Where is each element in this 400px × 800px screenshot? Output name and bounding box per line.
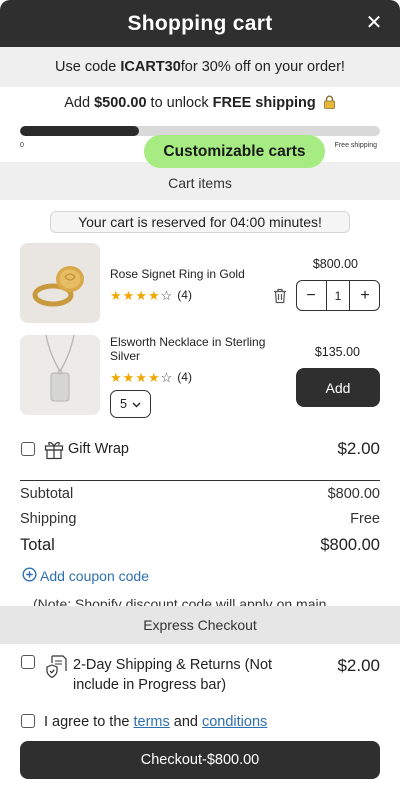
add-coupon-link[interactable]: Add coupon code [22, 567, 149, 585]
stepper-divider [326, 280, 328, 311]
gift-icon [43, 438, 65, 465]
add-to-cart-button[interactable]: Add [296, 368, 380, 407]
chevron-down-icon [132, 397, 141, 411]
promo-prefix: Use code [55, 59, 117, 75]
item-price: $135.00 [314, 345, 360, 359]
stepper-divider [348, 280, 350, 311]
total-label: Total [20, 536, 55, 554]
shipping-value: Free [350, 511, 380, 527]
review-count: (4) [177, 370, 192, 384]
decrease-quantity-button[interactable]: − [303, 287, 319, 305]
quantity-stepper[interactable]: − 1 + [296, 280, 380, 311]
lock-icon [323, 95, 336, 113]
quantity-value[interactable]: 1 [335, 289, 342, 303]
close-icon[interactable]: ✕ [364, 12, 384, 34]
summary-divider [20, 480, 380, 481]
reservation-timer: Your cart is reserved for 04:00 minutes! [50, 211, 350, 233]
terms-and: and [169, 714, 202, 730]
gift-wrap-label: Gift Wrap [68, 441, 129, 457]
star-icon: ★ [147, 287, 160, 303]
terms-link[interactable]: terms [133, 714, 169, 730]
shipping-protection-price: $2.00 [337, 656, 380, 675]
shipping-goal-message: Add $500.00 to unlock FREE shipping [0, 95, 400, 113]
star-icon: ★ [147, 369, 160, 385]
promo-banner: Use code ICART30 for 30% off on your ord… [0, 47, 400, 87]
discount-note: (Note: Shopify discount code will apply … [0, 596, 400, 606]
star-icon: ★ [122, 287, 135, 303]
terms-prefix: I agree to the [44, 714, 134, 730]
shipping-protection-icon [45, 654, 69, 685]
star-icon: ★ [135, 369, 147, 385]
shipping-protection-label: 2-Day Shipping & Returns (Not include in… [73, 657, 273, 693]
ring-product-image[interactable] [20, 243, 100, 323]
goal-prefix: Add [64, 95, 95, 111]
add-coupon-label: Add coupon code [40, 568, 149, 584]
total-value: $800.00 [320, 536, 380, 554]
item-name[interactable]: Elsworth Necklace in Sterling Silver [110, 335, 280, 363]
cart-header: Shopping cart ✕ [0, 0, 400, 47]
item-rating: ★ ★ ★ ★ ☆ (4) [110, 370, 192, 384]
subtotal-value: $800.00 [327, 486, 380, 502]
goal-highlight: FREE shipping [212, 95, 316, 111]
progress-max-label: Free shipping [334, 142, 377, 149]
plus-circle-icon [22, 567, 37, 585]
subtotal-label: Subtotal [20, 486, 74, 502]
gift-wrap-price: $2.00 [337, 439, 380, 458]
promo-code: ICART30 [120, 59, 181, 75]
cart-items-label: Cart items [168, 175, 232, 191]
review-count: (4) [177, 288, 192, 302]
item-rating: ★ ★ ★ ★ ☆ (4) [110, 288, 192, 302]
cart-title: Shopping cart [127, 11, 273, 35]
promo-suffix: for 30% off on your order! [180, 59, 345, 75]
star-icon: ★ [110, 369, 122, 385]
progress-min-label: 0 [20, 142, 24, 149]
conditions-link[interactable]: conditions [202, 714, 267, 730]
express-checkout-header: Express Checkout [0, 606, 400, 644]
goal-middle: to unlock [146, 95, 213, 111]
terms-checkbox[interactable] [21, 714, 35, 728]
terms-agreement: I agree to the terms and conditions [44, 714, 267, 730]
shipping-label: Shipping [20, 511, 77, 527]
item-price: $800.00 [312, 257, 358, 271]
star-outline-icon: ☆ [160, 287, 173, 303]
necklace-product-image[interactable] [20, 335, 100, 415]
star-icon: ★ [110, 287, 122, 303]
item-name[interactable]: Rose Signet Ring in Gold [110, 267, 245, 281]
discount-note-text: (Note: Shopify discount code will apply … [33, 596, 327, 606]
star-icon: ★ [135, 287, 147, 303]
star-outline-icon: ☆ [160, 369, 173, 385]
increase-quantity-button[interactable]: + [357, 287, 373, 305]
customizable-carts-badge: Customizable carts [144, 135, 325, 168]
checkout-button[interactable]: Checkout-$800.00 [20, 741, 380, 779]
express-checkout-label: Express Checkout [143, 617, 257, 633]
goal-amount: $500.00 [94, 95, 147, 111]
star-icon: ★ [122, 369, 135, 385]
shipping-progress-fill [20, 126, 139, 136]
variant-select[interactable]: 5 [110, 390, 151, 418]
shipping-protection-checkbox[interactable] [21, 655, 35, 669]
trash-icon[interactable] [273, 288, 287, 304]
variant-value: 5 [120, 397, 127, 411]
gift-wrap-checkbox[interactable] [21, 442, 35, 456]
